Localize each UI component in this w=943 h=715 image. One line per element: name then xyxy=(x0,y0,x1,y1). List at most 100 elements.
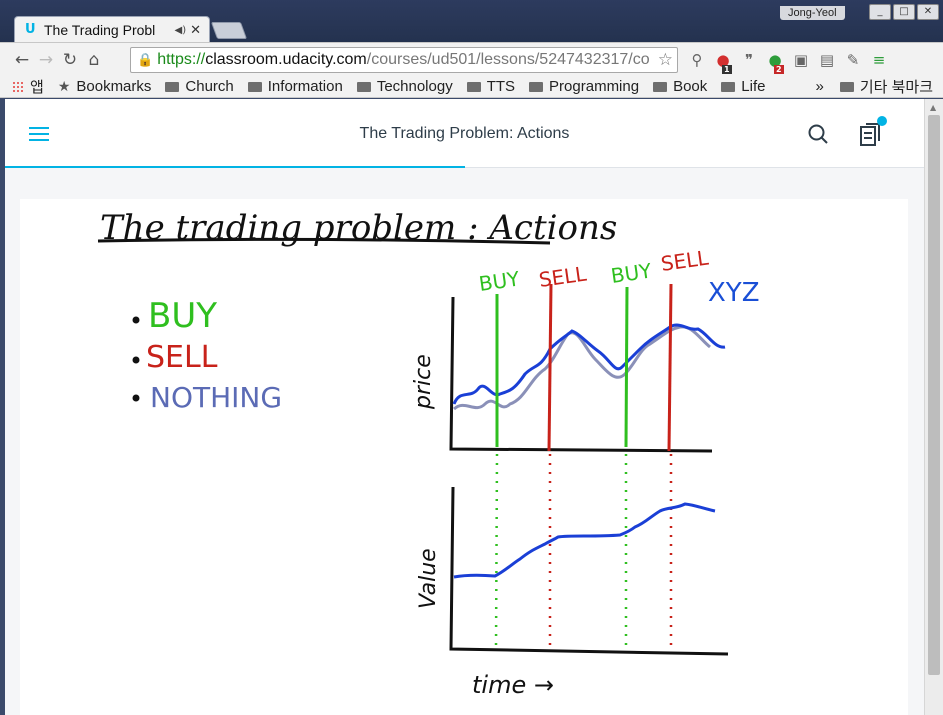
browser-tab[interactable]: U The Trading Probl ◀) ✕ xyxy=(14,16,210,43)
extension-badge: 1 xyxy=(722,65,732,74)
bookmark-label: Bookmarks xyxy=(76,78,152,95)
id-extension-icon[interactable]: ● 2 xyxy=(762,51,788,74)
udacity-favicon-icon: U xyxy=(25,22,36,37)
bookmark-bookmarks[interactable]: ★ Bookmarks xyxy=(58,78,152,95)
time-axis-label: time → xyxy=(472,671,554,699)
value-axes xyxy=(449,486,729,656)
profile-name[interactable]: Jong-Yeol xyxy=(780,6,845,20)
folder-icon xyxy=(839,81,854,92)
speaker-icon[interactable]: ◀) xyxy=(175,25,187,36)
address-bar[interactable]: 🔒 https:// classroom.udacity.com /course… xyxy=(130,47,678,73)
sell-marker-line xyxy=(667,283,673,452)
folder-icon xyxy=(356,81,371,92)
extensions-area: ⚲ ● 1 ❞ ● 2 ▣ ▤ ✎ ≡ xyxy=(684,43,892,77)
url-path: /courses/ud501/lessons/5247432317/co xyxy=(366,51,650,68)
menu-icon[interactable]: ≡ xyxy=(866,51,892,69)
window-close-icon[interactable]: ✕ xyxy=(917,4,939,20)
bookmarks-bar: 앱 ★ Bookmarks Church Information Technolo… xyxy=(0,76,943,98)
series-label-xyz: XYZ xyxy=(708,278,760,308)
bookmark-label: Book xyxy=(673,78,708,95)
bookmark-label: Church xyxy=(185,78,234,95)
bookmark-folder-information[interactable]: Information xyxy=(247,78,343,95)
bookmark-label: 앱 xyxy=(30,79,44,96)
title-bar: U The Trading Probl ◀) ✕ Jong-Yeol _ □ ✕ xyxy=(0,0,943,43)
bookmark-label: Information xyxy=(267,78,343,95)
window-controls: _ □ ✕ xyxy=(869,4,939,20)
notification-dot xyxy=(877,116,887,126)
bookmark-label: Life xyxy=(741,78,766,95)
gallery-extension-icon[interactable]: ▤ xyxy=(814,51,840,69)
bullet xyxy=(132,394,140,402)
scrollbar-thumb[interactable] xyxy=(928,115,940,675)
action-nothing: NOTHING xyxy=(150,381,282,414)
bookmark-folder-life[interactable]: Life xyxy=(721,78,765,95)
search-extension-icon[interactable]: ⚲ xyxy=(684,51,710,69)
star-icon: ★ xyxy=(57,78,71,94)
sell-marker-line xyxy=(547,283,553,452)
action-buy: BUY xyxy=(148,296,217,336)
bookmark-apps[interactable]: 앱 xyxy=(12,76,44,97)
page-scrollbar[interactable]: ▲ xyxy=(924,99,943,715)
bookmark-folder-technology[interactable]: Technology xyxy=(356,78,453,95)
screenshot-extension-icon[interactable]: ▣ xyxy=(788,51,814,69)
other-bookmarks[interactable]: 기타 북마크 xyxy=(839,76,933,97)
lock-icon: 🔒 xyxy=(137,52,154,67)
folder-icon xyxy=(466,81,481,92)
folder-icon xyxy=(721,81,736,92)
maximize-icon[interactable]: □ xyxy=(893,4,915,20)
url-host: classroom.udacity.com xyxy=(205,51,367,68)
page-title: The Trading Problem: Actions xyxy=(359,125,570,142)
bookmark-label: TTS xyxy=(486,78,516,95)
price-curve xyxy=(452,323,726,405)
home-icon[interactable]: ⌂ xyxy=(82,50,106,70)
sell-marker-label: SELL xyxy=(659,245,710,276)
scroll-up-icon[interactable]: ▲ xyxy=(930,103,936,112)
bookmark-folder-church[interactable]: Church xyxy=(165,78,234,95)
bookmark-label: Programming xyxy=(549,78,640,95)
price-axes xyxy=(449,296,713,453)
sell-marker-label: SELL xyxy=(537,261,588,292)
folder-icon xyxy=(529,81,544,92)
browser-toolbar: ← → ↻ ⌂ 🔒 https:// classroom.udacity.com… xyxy=(0,42,943,76)
bookmark-folder-book[interactable]: Book xyxy=(653,78,707,95)
lesson-header: The Trading Problem: Actions xyxy=(5,99,924,168)
back-arrow-icon[interactable]: ← xyxy=(10,50,34,70)
value-curve xyxy=(453,502,716,579)
bullet xyxy=(132,356,140,364)
wrench-extension-icon[interactable]: ✎ xyxy=(840,51,866,69)
buy-dotted-line xyxy=(494,453,499,650)
reload-icon[interactable]: ↻ xyxy=(58,50,82,70)
quote-extension-icon[interactable]: ❞ xyxy=(736,51,762,69)
bookmark-label: Technology xyxy=(376,78,453,95)
search-icon[interactable] xyxy=(808,124,828,144)
folder-icon xyxy=(653,81,668,92)
chevron-more-icon[interactable]: » xyxy=(815,78,823,95)
extension-badge: 2 xyxy=(774,65,784,74)
bookmark-label: 기타 북마크 xyxy=(859,79,933,96)
new-tab-button[interactable] xyxy=(210,22,248,39)
buy-marker-label: BUY xyxy=(477,266,521,296)
lesson-video-frame[interactable]: The trading problem : Actions BUY SELL N… xyxy=(20,199,908,715)
value-axis-label: Value xyxy=(416,548,441,609)
buy-marker-label: BUY xyxy=(609,258,653,288)
bookmark-folder-programming[interactable]: Programming xyxy=(529,78,639,95)
url-scheme: https:// xyxy=(157,51,206,68)
buy-marker-line xyxy=(624,286,629,448)
apps-icon xyxy=(12,80,24,93)
action-sell: SELL xyxy=(146,340,218,375)
browser-window: U The Trading Probl ◀) ✕ Jong-Yeol _ □ ✕… xyxy=(0,0,943,715)
bookmark-star-icon[interactable]: ☆ xyxy=(657,50,673,70)
opera-extension-icon[interactable]: ● 1 xyxy=(710,51,736,74)
classroom-page: The Trading Problem: Actions The trading… xyxy=(5,99,924,715)
forward-arrow-icon[interactable]: → xyxy=(34,50,58,70)
lesson-progress-bar xyxy=(5,166,465,168)
folder-icon xyxy=(165,81,180,92)
bookmarks-overflow[interactable]: » 기타 북마크 xyxy=(815,76,933,97)
close-icon[interactable]: ✕ xyxy=(190,23,201,38)
bullet xyxy=(132,316,140,324)
price-axis-label: price xyxy=(411,354,436,410)
bookmark-folder-tts[interactable]: TTS xyxy=(466,78,516,95)
tab-title: The Trading Probl xyxy=(44,22,156,38)
folder-icon xyxy=(247,81,262,92)
minimize-icon[interactable]: _ xyxy=(869,4,891,20)
